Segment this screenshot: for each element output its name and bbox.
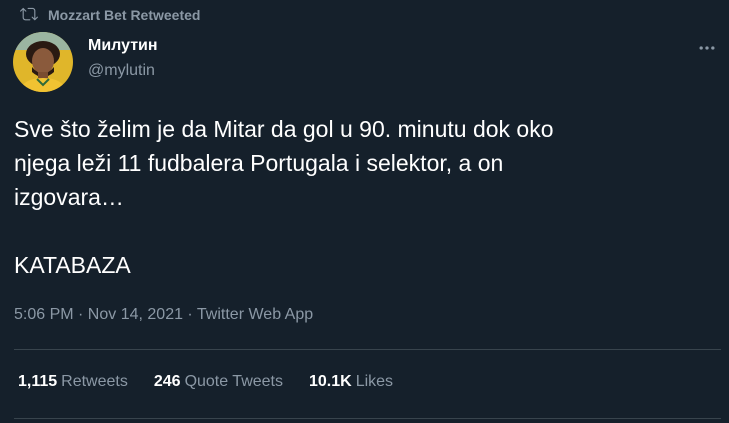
author-handle[interactable]: @mylutin [88,62,155,80]
quote-tweets-label: Quote Tweets [184,373,283,390]
retweet-text: Mozzart Bet Retweeted [48,7,201,23]
divider [14,349,721,350]
retweet-icon [14,5,48,26]
divider [14,418,721,419]
retweets-count: 1,115 [18,373,58,390]
retweets-stat[interactable]: 1,115 Retweets [18,373,128,391]
likes-stat[interactable]: 10.1K Likes [309,373,393,391]
retweet-indicator[interactable]: Mozzart Bet Retweeted [14,4,200,26]
author-name[interactable]: Милутин [88,37,158,55]
likes-count: 10.1K [309,373,352,390]
retweets-label: Retweets [61,373,128,390]
tweet-stats: 1,115 Retweets 246 Quote Tweets 10.1K Likes [18,373,393,391]
tweet-timestamp[interactable]: 5:06 PM · Nov 14, 2021 · Twitter Web App [14,306,313,324]
quote-tweets-stat[interactable]: 246 Quote Tweets [154,373,283,391]
more-options-icon[interactable] [695,36,719,60]
quote-tweets-count: 246 [153,373,181,390]
avatar[interactable] [13,32,73,92]
tweet-text: Sve što želim je da Mitar da gol u 90. m… [14,116,554,278]
likes-label: Likes [355,373,394,390]
